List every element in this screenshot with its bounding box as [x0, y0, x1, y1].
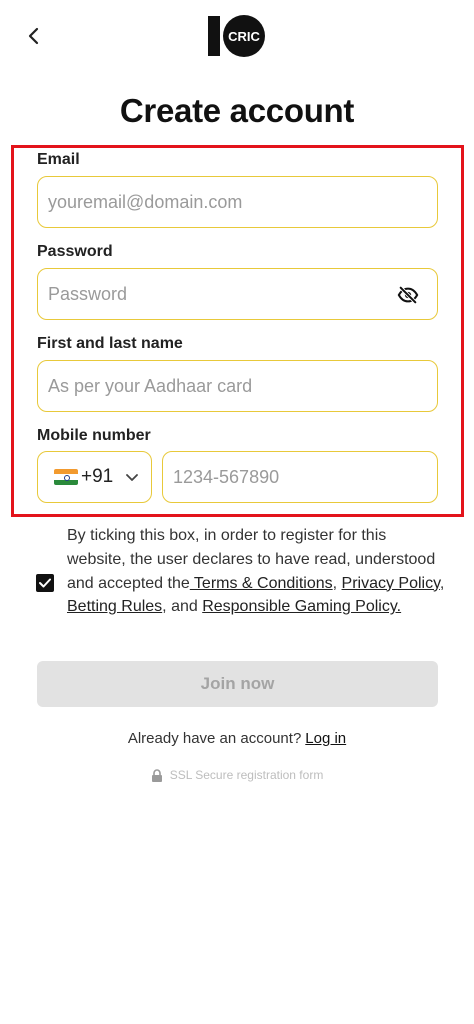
responsible-gaming-link[interactable]: Responsible Gaming Policy. — [202, 598, 401, 615]
checkmark-icon — [39, 578, 51, 588]
consent-separator: , — [439, 574, 445, 592]
country-dial-code: +91 — [81, 466, 114, 487]
india-flag-icon — [54, 469, 78, 485]
consent-checkbox[interactable] — [36, 574, 54, 592]
name-field[interactable] — [48, 375, 427, 397]
join-now-button[interactable]: Join now — [37, 661, 438, 707]
country-code-select[interactable]: +91 — [37, 451, 152, 503]
terms-link[interactable]: Terms & Conditions — [190, 575, 333, 592]
privacy-policy-link[interactable]: Privacy Policy — [342, 575, 440, 592]
name-label: First and last name — [37, 335, 183, 352]
mobile-label: Mobile number — [37, 427, 151, 444]
lock-icon — [151, 768, 162, 782]
page-title: Create account — [119, 92, 355, 129]
phone-field[interactable] — [173, 466, 427, 488]
email-field-wrapper — [37, 176, 438, 228]
logo-text: CRIC — [228, 29, 260, 44]
consent-text: By ticking this box, in order to registe… — [67, 524, 447, 619]
name-field-wrapper — [37, 360, 438, 412]
password-field-wrapper — [37, 268, 438, 320]
consent-separator: , and — [162, 598, 203, 616]
ssl-notice: SSL Secure registration form — [0, 768, 474, 782]
eye-off-icon[interactable] — [397, 284, 419, 306]
betting-rules-link[interactable]: Betting Rules — [67, 598, 162, 615]
chevron-left-icon — [28, 27, 39, 45]
email-label: Email — [37, 151, 80, 168]
password-label: Password — [37, 243, 113, 260]
logo: CRIC — [208, 14, 266, 58]
email-field[interactable] — [48, 191, 427, 213]
consent-separator: , — [332, 574, 342, 592]
login-prompt: Already have an account? — [127, 730, 302, 747]
back-button[interactable] — [22, 24, 46, 48]
chevron-down-icon — [126, 474, 139, 481]
login-row: Already have an account? Log in — [0, 730, 474, 747]
login-link[interactable]: Log in — [305, 730, 346, 747]
ssl-text: SSL Secure registration form — [169, 768, 324, 782]
password-field[interactable] — [48, 283, 427, 305]
phone-field-wrapper — [162, 451, 438, 503]
